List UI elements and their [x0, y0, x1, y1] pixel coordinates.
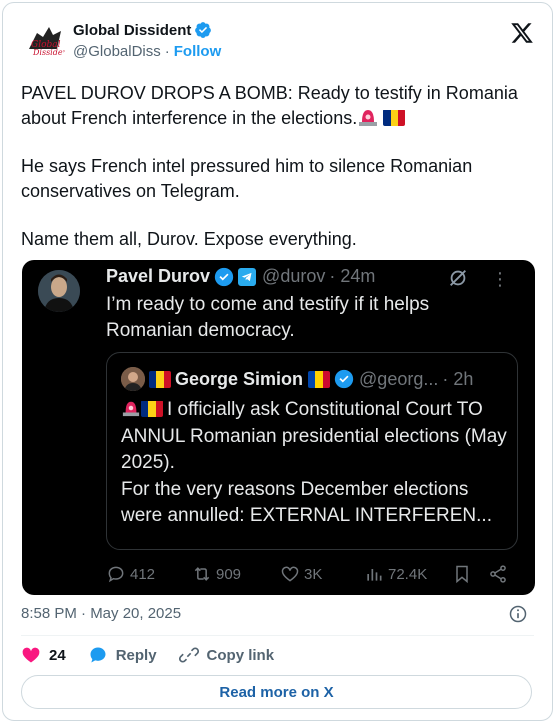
embedded-post[interactable]: Pavel Durov @durov · 24m ⋮ I’m ready to … [22, 260, 535, 595]
verified-badge-icon [195, 22, 212, 38]
views-icon [367, 569, 382, 581]
reply-action[interactable]: 412 [106, 564, 155, 584]
reply-icon [108, 566, 124, 583]
read-more-button[interactable]: Read more on X [21, 675, 532, 709]
repost-action[interactable]: 909 [192, 564, 241, 584]
svg-text:Dissident: Dissident [32, 48, 67, 57]
embedded-action-bar: 412 909 3K 72.4K [106, 564, 516, 586]
more-options-icon[interactable]: ⋮ [491, 270, 509, 288]
info-icon[interactable] [508, 604, 528, 624]
tweet-paragraph-1: PAVEL DUROV DROPS A BOMB: Ready to testi… [21, 83, 518, 128]
heart-outline-icon [281, 566, 299, 582]
verified-badge-icon [334, 369, 354, 389]
durov-avatar[interactable] [38, 270, 80, 312]
copy-link-label: Copy link [206, 646, 275, 664]
follow-button[interactable]: Follow [174, 43, 222, 60]
link-icon [178, 647, 199, 663]
simion-post-time[interactable]: · 2h [442, 369, 473, 390]
quoted-post[interactable]: George Simion @georg... · 2h I officiall… [106, 352, 518, 550]
x-logo-icon[interactable] [510, 21, 534, 45]
repost-count: 909 [216, 565, 242, 583]
repost-icon [194, 567, 210, 581]
siren-emoji-icon [359, 109, 378, 126]
divider [21, 635, 534, 636]
moldova-flag-icon [308, 370, 331, 388]
like-count: 24 [49, 646, 66, 664]
share-icon[interactable] [488, 564, 508, 584]
verified-badge-icon [214, 267, 234, 286]
reply-label: Reply [115, 646, 157, 664]
tweet-paragraph-2: He says French intel pressured him to si… [21, 156, 473, 201]
reply-button[interactable]: Reply [88, 645, 157, 665]
grok-icon[interactable] [447, 267, 469, 289]
bookmark-icon[interactable] [452, 564, 472, 584]
reply-bubble-icon [90, 647, 106, 663]
reply-count: 412 [130, 565, 156, 583]
romania-flag-icon [149, 370, 171, 388]
author-handle[interactable]: @GlobalDiss [73, 43, 161, 60]
like-action[interactable]: 3K [280, 564, 322, 584]
durov-handle[interactable]: @durov [262, 266, 325, 287]
like-button[interactable]: 24 [21, 645, 66, 665]
simion-handle[interactable]: @georg... [359, 369, 438, 390]
views-action[interactable]: 72.4K [364, 564, 427, 584]
like-count: 3K [304, 565, 323, 583]
simion-avatar[interactable] [121, 367, 145, 391]
view-count: 72.4K [388, 565, 428, 583]
tweet-card: Global Dissident Global Dissident @Globa… [2, 2, 553, 721]
durov-post-text: I’m ready to come and testify if it help… [106, 294, 430, 341]
tweet-header: Global Dissident Global Dissident @Globa… [19, 17, 536, 65]
simion-post-text-line1: I officially ask Constitutional Court TO… [121, 399, 507, 473]
durov-display-name[interactable]: Pavel Durov [106, 266, 210, 287]
author-display-name[interactable]: Global Dissident [73, 22, 191, 39]
romania-flag-icon [383, 109, 406, 126]
heart-filled-icon [22, 647, 40, 663]
romania-flag-icon [141, 400, 163, 417]
handle-separator: · [164, 43, 170, 60]
tweet-timestamp[interactable]: 8:58 PM · May 20, 2025 [21, 605, 181, 622]
copy-link-button[interactable]: Copy link [178, 645, 275, 665]
siren-emoji-icon [122, 401, 140, 417]
telegram-icon [238, 267, 257, 286]
simion-post-text-line2: For the very reasons December elections … [121, 478, 492, 527]
tweet-paragraph-3: Name them all, Durov. Expose everything. [21, 229, 357, 249]
durov-post-time[interactable]: · 24m [329, 266, 375, 287]
simion-display-name[interactable]: George Simion [175, 369, 303, 390]
simion-post-text: I officially ask Constitutional Court TO… [121, 397, 511, 530]
engagement-bar: 24 Reply Copy link [21, 643, 296, 667]
tweet-text: PAVEL DUROV DROPS A BOMB: Ready to testi… [21, 81, 541, 252]
author-avatar[interactable]: Global Dissident [23, 19, 67, 63]
